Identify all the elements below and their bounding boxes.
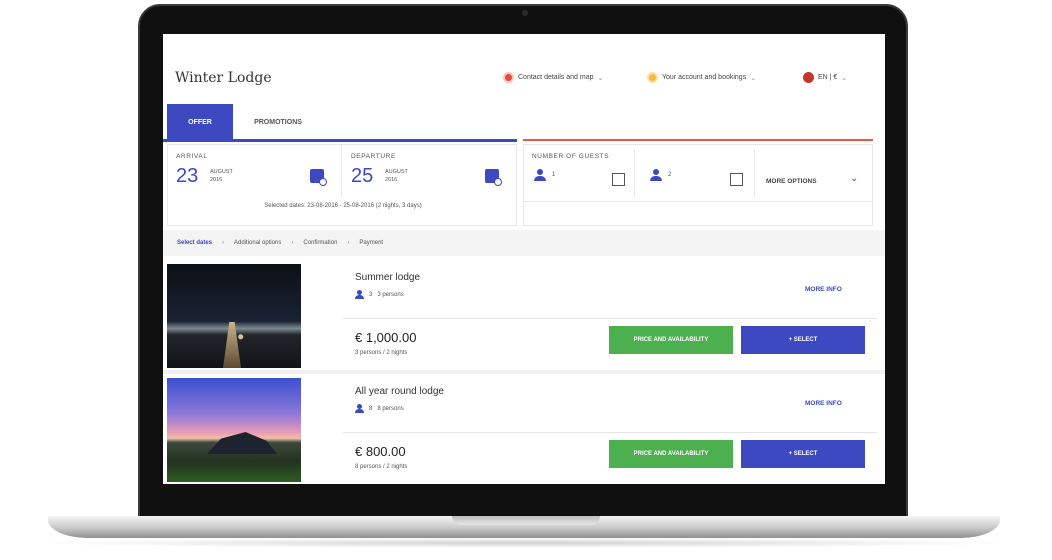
laptop-notch [452,516,600,525]
capacity-count: 3 [369,291,373,298]
arrival-date-picker[interactable]: ARRIVAL 23 AUGUST 2016 [168,145,342,197]
chevron-down-icon: ⌄ [750,74,757,82]
calendar-icon[interactable] [485,169,502,186]
price-availability-button[interactable]: PRICE AND AVAILABILITY [609,326,733,354]
guest-divider [754,149,755,197]
divider [343,318,877,319]
breadcrumb: Select dates › Additional options › Conf… [163,230,885,256]
tab-underline-blue [163,139,517,142]
tab-underline-red [523,139,873,141]
tab-promotions[interactable]: PROMOTIONS [233,104,323,140]
arrival-month: AUGUST [210,169,233,175]
contact-label: Contact details and map [518,74,594,81]
person-icon [355,404,364,413]
chevron-right-icon: › [291,240,294,246]
lodge-capacity: 8 8 persons [355,404,404,413]
selected-dates-summary: Selected dates: 23-08-2016 - 25-08-2016 … [264,203,422,209]
children-checkbox[interactable] [730,173,743,186]
globe-icon [803,72,814,83]
tab-bar: OFFER PROMOTIONS [167,104,323,140]
result-card: Summer lodge 3 3 persons MORE INFO € 1,0… [163,260,885,372]
chevron-right-icon: › [347,240,350,246]
person-icon [355,290,364,299]
chevron-down-icon: ⌄ [841,74,848,82]
departure-year: 2016 [385,177,398,183]
price-details: 8 persons / 2 nights [355,464,408,470]
children-group: 2 [650,169,671,181]
language-currency-label: EN | € [818,74,838,81]
divider [343,432,877,433]
capacity-text: 8 persons [377,405,404,412]
departure-month: AUGUST [385,169,408,175]
person-icon [534,169,546,181]
lodge-price: € 1,000.00 [355,330,417,345]
adults-group: 1 [534,169,555,181]
date-panel: ARRIVAL 23 AUGUST 2016 DEPARTURE 25 AUGU… [167,144,517,226]
contact-link[interactable]: Contact details and map ⌄ [503,72,603,83]
more-options-button[interactable]: MORE OPTIONS [766,178,817,185]
arrival-label: ARRIVAL [176,153,208,160]
tab-offer[interactable]: OFFER [167,104,233,140]
capacity-count: 8 [369,405,373,412]
lodge-capacity: 3 3 persons [355,290,404,299]
laptop-camera [522,10,528,16]
children-count: 2 [668,172,672,178]
chevron-right-icon: › [222,240,225,246]
pin-icon [503,72,514,83]
more-info-link[interactable]: MORE INFO [805,286,842,293]
lodge-image-dusk[interactable] [167,378,301,482]
breadcrumb-confirmation[interactable]: Confirmation [303,240,337,246]
select-button[interactable]: + SELECT [741,326,865,354]
departure-label: DEPARTURE [351,153,396,160]
arrival-day: 23 [176,165,199,187]
lodge-name: All year round lodge [355,386,444,397]
select-button[interactable]: + SELECT [741,440,865,468]
account-label: Your account and bookings [662,74,747,81]
departure-day: 25 [351,165,374,187]
chevron-down-icon[interactable]: ⌄ [850,173,858,184]
guests-label: NUMBER OF GUESTS [532,153,610,160]
guests-panel: NUMBER OF GUESTS 1 2 MORE OPTIONS ⌄ [523,144,873,226]
lodge-price: € 800.00 [355,444,406,459]
header: Winter Lodge Contact details and map ⌄ Y… [163,34,885,104]
person-icon [650,169,662,181]
arrival-year: 2016 [210,177,223,183]
breadcrumb-payment[interactable]: Payment [359,240,383,246]
lodge-name: Summer lodge [355,272,421,283]
divider [524,201,872,202]
breadcrumb-additional-options[interactable]: Additional options [234,240,281,246]
page-title: Winter Lodge [175,70,272,86]
calendar-icon[interactable] [310,169,327,186]
laptop-shadow [30,538,1020,548]
guest-divider [634,149,635,197]
language-currency-selector[interactable]: EN | € ⌄ [803,72,847,83]
adults-count: 1 [552,172,556,178]
departure-date-picker[interactable]: DEPARTURE 25 AUGUST 2016 [343,145,517,197]
price-availability-button[interactable]: PRICE AND AVAILABILITY [609,440,733,468]
user-icon [647,72,658,83]
lodge-image-night[interactable] [167,264,301,368]
result-card: All year round lodge 8 8 persons MORE IN… [163,374,885,484]
account-link[interactable]: Your account and bookings ⌄ [647,72,756,83]
chevron-down-icon: ⌄ [597,74,604,82]
more-info-link[interactable]: MORE INFO [805,400,842,407]
booking-screen: Winter Lodge Contact details and map ⌄ Y… [163,34,885,484]
price-details: 3 persons / 2 nights [355,350,408,356]
capacity-text: 3 persons [377,291,404,298]
adults-checkbox[interactable] [612,173,625,186]
breadcrumb-select-dates[interactable]: Select dates [177,240,212,246]
